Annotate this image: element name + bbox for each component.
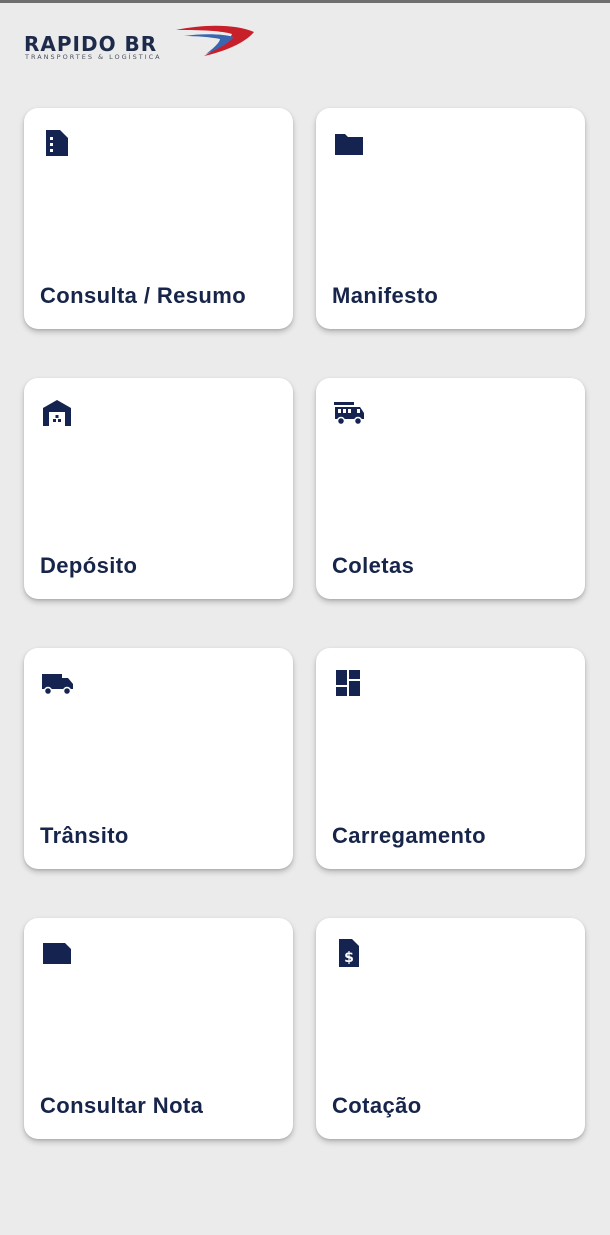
menu-card-label: Cotação (332, 1093, 422, 1118)
menu-card-cotacao[interactable]: $ Cotação (316, 918, 585, 1139)
document-list-icon (46, 130, 68, 156)
menu-card-carregamento[interactable]: Carregamento (316, 648, 585, 869)
logo-swoosh-icon (176, 25, 254, 56)
menu-card-consulta-resumo[interactable]: Consulta / Resumo (24, 108, 293, 329)
menu-card-consultar-nota[interactable]: Consultar Nota (24, 918, 293, 1139)
logo-brand-text: RAPIDO BR (24, 32, 158, 56)
folder-icon (335, 134, 363, 155)
menu-card-transito[interactable]: Trânsito (24, 648, 293, 869)
rapido-br-logo: RAPIDO BR TRANSPORTES & LOGÍSTICA (24, 22, 256, 66)
warehouse-icon (43, 400, 71, 426)
note-icon (43, 943, 71, 964)
menu-card-label: Trânsito (40, 823, 129, 848)
truck-icon (42, 674, 73, 696)
menu-card-label: Consultar Nota (40, 1093, 204, 1118)
menu-card-label: Coletas (332, 553, 415, 578)
menu-card-label: Consulta / Resumo (40, 283, 247, 308)
receipt-dollar-icon: $ (339, 939, 359, 967)
svg-text:$: $ (344, 950, 354, 966)
menu-card-manifesto[interactable]: Manifesto (316, 108, 585, 329)
menu-card-label: Depósito (40, 553, 138, 578)
menu-card-label: Manifesto (332, 283, 439, 308)
dashboard-icon (336, 670, 360, 696)
logo-tagline: TRANSPORTES & LOGÍSTICA (25, 53, 162, 61)
status-bar-divider (0, 0, 610, 3)
fire-truck-icon (334, 402, 364, 426)
menu-card-coletas[interactable]: Coletas (316, 378, 585, 599)
menu-card-label: Carregamento (332, 823, 486, 848)
menu-card-deposito[interactable]: Depósito (24, 378, 293, 599)
